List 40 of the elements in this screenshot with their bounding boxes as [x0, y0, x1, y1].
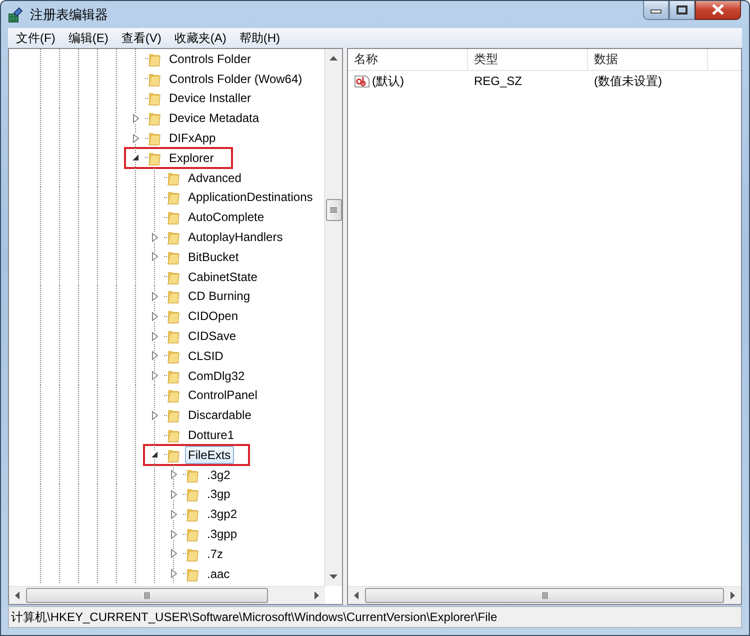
tree-item[interactable]: .7z — [204, 544, 226, 563]
tree-item[interactable]: .3g2 — [204, 466, 234, 484]
tree-item[interactable]: DIFxApp — [166, 129, 219, 148]
tree-item[interactable]: BitBucket — [185, 248, 242, 266]
tree-item[interactable]: CIDOpen — [185, 307, 242, 326]
menu-item[interactable]: 收藏夹(A) — [168, 30, 234, 46]
tree-item[interactable]: .3gp — [204, 485, 234, 504]
tree-item[interactable]: AutoplayHandlers — [185, 228, 286, 246]
tree-item[interactable]: CD Burning — [185, 287, 254, 306]
tree-item[interactable]: Discardable — [185, 406, 254, 424]
tree-item[interactable]: Advanced — [185, 168, 244, 187]
tree-item[interactable]: FileExts — [185, 446, 234, 464]
menu-item[interactable]: 文件(F) — [10, 30, 62, 46]
tree-item[interactable]: Controls Folder — [166, 50, 254, 68]
tree-item[interactable]: ComDlg32 — [185, 366, 248, 385]
status-bar: 计算机\HKEY_CURRENT_USER\Software\Microsoft\Windows\CurrentVersion\Explorer\File — [8, 606, 742, 628]
menu-item[interactable]: 查看(V) — [115, 30, 168, 46]
tree-item[interactable]: CLSID — [185, 346, 226, 365]
menu-item[interactable]: 帮助(H) — [233, 30, 287, 46]
tree-item[interactable]: .3gp2 — [204, 505, 240, 524]
tree-item[interactable]: Explorer — [166, 148, 217, 167]
value-type: REG_SZ — [473, 74, 524, 88]
tree-item[interactable]: ApplicationDestinations — [185, 188, 316, 206]
value-data: (数值未设置) — [593, 72, 663, 90]
window-title: 注册表编辑器 — [30, 6, 108, 24]
tree-item[interactable]: ControlPanel — [185, 386, 260, 404]
tree-item[interactable]: CIDSave — [185, 327, 240, 346]
column-header[interactable]: 数据 — [588, 49, 708, 71]
column-header[interactable]: 类型 — [468, 49, 588, 71]
tree-item[interactable]: CabinetState — [185, 268, 260, 286]
tree-item[interactable]: Dotture1 — [185, 426, 238, 444]
tree-item[interactable]: AutoComplete — [185, 208, 268, 226]
tree-item[interactable]: Controls Folder (Wow64) — [166, 70, 306, 88]
tree-item[interactable]: .3gpp — [204, 525, 240, 544]
tree-item[interactable]: Device Installer — [166, 89, 254, 108]
tree-item[interactable]: .aac — [204, 564, 233, 583]
column-header[interactable]: 名称 — [348, 49, 468, 71]
value-name[interactable]: (默认) — [372, 72, 404, 90]
tree-item[interactable]: Device Metadata — [166, 109, 262, 128]
menu-item[interactable]: 编辑(E) — [62, 30, 116, 46]
